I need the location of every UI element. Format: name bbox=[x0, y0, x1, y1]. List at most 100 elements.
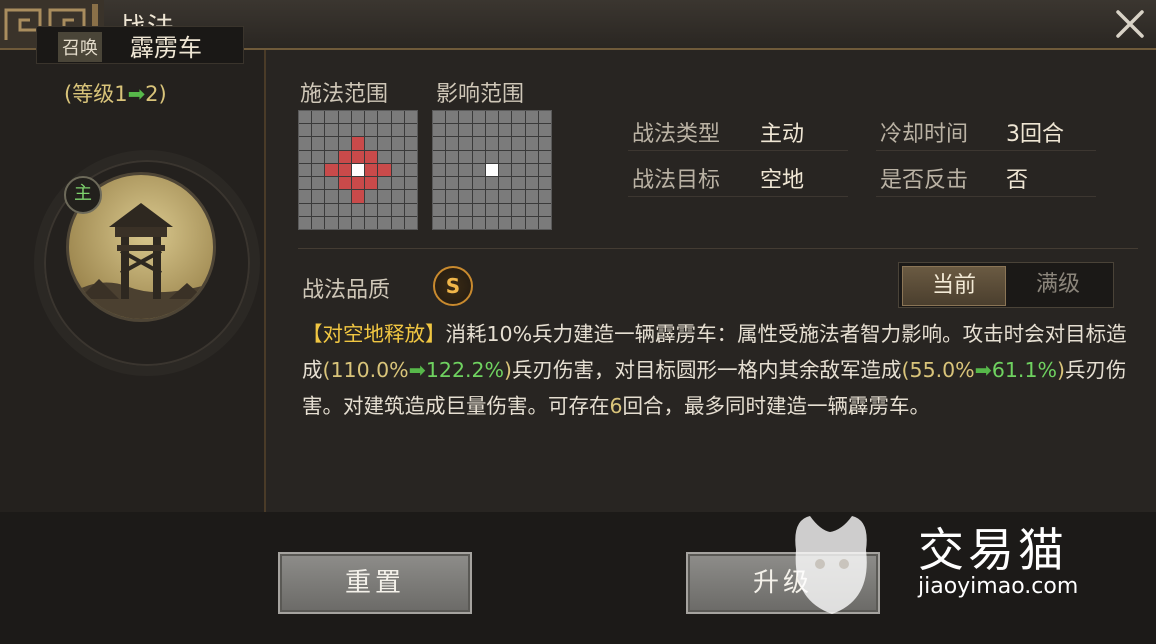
range-cell bbox=[404, 203, 417, 216]
range-cell bbox=[391, 137, 404, 150]
main-badge: 主 bbox=[64, 176, 102, 214]
range-cell bbox=[525, 216, 538, 229]
range-cell-active bbox=[325, 163, 338, 177]
range-cell bbox=[338, 216, 351, 229]
desc-bracket: ) bbox=[1056, 358, 1065, 382]
close-icon[interactable] bbox=[1110, 4, 1150, 44]
range-cell bbox=[459, 137, 472, 150]
range-cell bbox=[446, 124, 459, 137]
range-cell bbox=[312, 124, 325, 137]
range-cell bbox=[325, 150, 338, 163]
range-cell bbox=[485, 190, 499, 203]
range-cell bbox=[446, 177, 459, 190]
range-cell-active bbox=[365, 163, 378, 177]
range-cell bbox=[525, 177, 538, 190]
range-cell-active bbox=[338, 163, 351, 177]
range-cell-active bbox=[351, 137, 365, 150]
current-level-tab[interactable]: 当前 bbox=[902, 266, 1006, 306]
range-cell-active bbox=[378, 163, 391, 177]
cooldown-label: 冷却时间 bbox=[880, 122, 969, 147]
range-cell bbox=[538, 163, 551, 177]
counterattack-label: 是否反击 bbox=[880, 168, 969, 193]
range-cell bbox=[512, 124, 525, 137]
range-cell bbox=[338, 203, 351, 216]
reset-button[interactable]: 重置 bbox=[278, 552, 472, 614]
range-cell bbox=[433, 216, 446, 229]
range-cell bbox=[391, 177, 404, 190]
desc-duration: 6 bbox=[609, 394, 623, 418]
skill-type-value: 主动 bbox=[760, 122, 805, 147]
range-cell-active bbox=[351, 177, 365, 190]
range-cell bbox=[312, 150, 325, 163]
desc-value-to: 61.1% bbox=[991, 358, 1057, 382]
range-cell bbox=[378, 190, 391, 203]
range-cell bbox=[538, 150, 551, 163]
effect-range-label: 影响范围 bbox=[436, 82, 525, 107]
watermark-name: 交易猫 bbox=[918, 523, 1068, 577]
range-cell bbox=[499, 177, 512, 190]
range-cell bbox=[446, 203, 459, 216]
range-cell bbox=[433, 124, 446, 137]
range-cell bbox=[312, 216, 325, 229]
range-cell bbox=[338, 111, 351, 124]
range-cell bbox=[299, 163, 312, 177]
level-view-toggle: 当前 满级 bbox=[898, 262, 1114, 308]
range-cell-origin bbox=[485, 163, 499, 177]
range-cell bbox=[512, 150, 525, 163]
desc-tag: 【对空地释放】 bbox=[302, 322, 446, 346]
desc-value-from: 55.0% bbox=[909, 358, 975, 382]
level-from: (等级1 bbox=[64, 82, 128, 106]
range-cell bbox=[499, 111, 512, 124]
range-cell bbox=[512, 177, 525, 190]
range-cell bbox=[299, 137, 312, 150]
range-cell bbox=[378, 111, 391, 124]
divider bbox=[876, 196, 1096, 197]
range-cell bbox=[404, 216, 417, 229]
range-cell bbox=[446, 111, 459, 124]
desc-value-from: 110.0% bbox=[330, 358, 409, 382]
range-cell bbox=[404, 111, 417, 124]
range-cell bbox=[472, 203, 485, 216]
range-cell bbox=[433, 203, 446, 216]
range-cell-origin bbox=[351, 163, 365, 177]
range-cell bbox=[351, 203, 365, 216]
range-cell bbox=[378, 203, 391, 216]
range-cell bbox=[365, 203, 378, 216]
range-cell bbox=[365, 190, 378, 203]
range-cell bbox=[299, 150, 312, 163]
divider bbox=[628, 196, 848, 197]
range-cell bbox=[472, 111, 485, 124]
range-cell bbox=[338, 124, 351, 137]
range-cell bbox=[499, 203, 512, 216]
range-cell bbox=[446, 150, 459, 163]
range-cell bbox=[485, 203, 499, 216]
range-cell bbox=[485, 177, 499, 190]
desc-bracket: ( bbox=[901, 358, 910, 382]
range-cell bbox=[538, 190, 551, 203]
range-cell bbox=[325, 203, 338, 216]
range-cell bbox=[378, 216, 391, 229]
range-cell bbox=[485, 124, 499, 137]
cast-range-grid bbox=[298, 110, 418, 230]
range-cell bbox=[525, 137, 538, 150]
range-cell bbox=[459, 111, 472, 124]
range-cell bbox=[312, 177, 325, 190]
range-cell bbox=[404, 137, 417, 150]
range-cell bbox=[512, 203, 525, 216]
skill-description: 【对空地释放】消耗10%兵力建造一辆霹雳车：属性受施法者智力影响。攻击时会对目标… bbox=[302, 316, 1132, 424]
range-cell bbox=[312, 111, 325, 124]
max-level-tab[interactable]: 满级 bbox=[1007, 266, 1109, 304]
range-cell bbox=[485, 111, 499, 124]
range-cell bbox=[525, 150, 538, 163]
range-cell bbox=[433, 190, 446, 203]
range-cell bbox=[325, 177, 338, 190]
quality-label: 战法品质 bbox=[302, 278, 391, 303]
range-cell bbox=[485, 137, 499, 150]
range-cell bbox=[391, 150, 404, 163]
desc-text: 兵刃伤害，对目标圆形一格内其余敌军造成 bbox=[512, 358, 902, 382]
range-cell bbox=[338, 190, 351, 203]
range-cell bbox=[538, 124, 551, 137]
desc-text: 回合，最多同时建造一辆霹雳车。 bbox=[622, 394, 931, 418]
range-cell bbox=[378, 150, 391, 163]
skill-type-label: 战法类型 bbox=[632, 122, 721, 147]
